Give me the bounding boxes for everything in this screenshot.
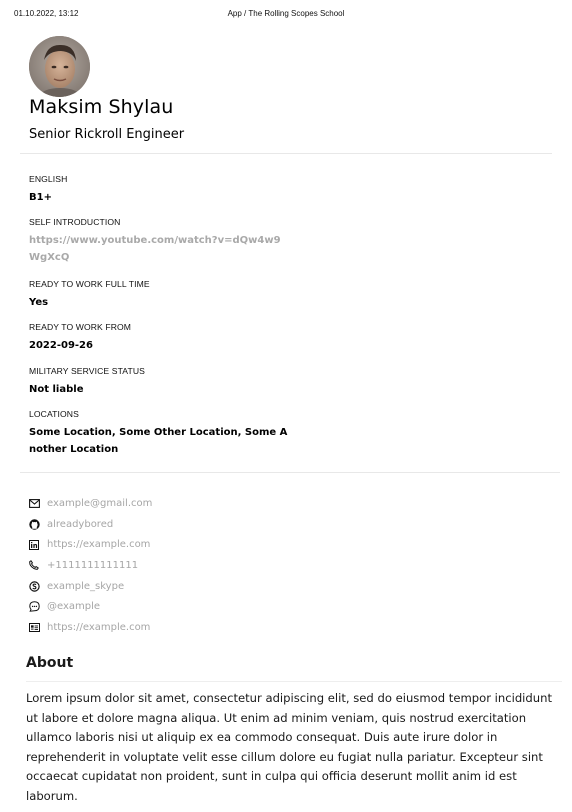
contact-value: example_skype [47, 580, 125, 592]
contact-value: https://example.com [47, 539, 151, 551]
divider [20, 153, 552, 154]
field-ready-full-time: READY TO WORK FULL TIME Yes [29, 279, 291, 311]
field-label: READY TO WORK FULL TIME [29, 279, 150, 289]
avatar-photo [29, 36, 90, 97]
print-page-title: App / The Rolling Scopes School [227, 9, 345, 18]
field-label: READY TO WORK FROM [29, 322, 132, 332]
field-value: Some Location, Some Other Location, Some… [29, 427, 288, 455]
field-ready-from: READY TO WORK FROM 2022-09-26 [29, 322, 291, 354]
divider [26, 681, 562, 682]
mail-icon [28, 497, 40, 509]
contact-github[interactable]: alreadybored [28, 514, 152, 535]
chat-icon [28, 601, 40, 613]
contact-value: @example [47, 601, 101, 613]
github-icon [28, 518, 40, 530]
field-value: Yes [29, 297, 49, 308]
field-label: ENGLISH [29, 174, 68, 184]
divider [20, 472, 560, 473]
phone-icon [28, 559, 40, 571]
field-value: 2022-09-26 [29, 340, 93, 351]
about-text: Lorem ipsum dolor sit amet, consectetur … [26, 691, 553, 803]
contact-value: +1111111111111 [47, 559, 139, 571]
contact-website[interactable]: https://example.com [28, 617, 152, 638]
contact-phone[interactable]: +1111111111111 [28, 555, 152, 576]
about-heading: About [26, 655, 74, 671]
skype-icon [28, 580, 40, 592]
contact-skype[interactable]: example_skype [28, 576, 152, 597]
print-header: 01.10.2022, 13:12 App / The Rolling Scop… [14, 9, 558, 21]
contact-value: alreadybored [47, 518, 114, 530]
field-label: SELF INTRODUCTION [29, 217, 121, 227]
field-self-introduction: SELF INTRODUCTION https://www.youtube.co… [29, 217, 291, 266]
self-introduction-link[interactable]: https://www.youtube.com/watch?v=dQw4w9Wg… [29, 232, 291, 266]
field-locations: LOCATIONS Some Location, Some Other Loca… [29, 409, 291, 458]
id-card-icon [28, 621, 40, 633]
contact-linkedin[interactable]: https://example.com [28, 534, 152, 555]
field-label: MILITARY SERVICE STATUS [29, 366, 145, 376]
field-label: LOCATIONS [29, 409, 79, 419]
avatar [29, 36, 90, 97]
contact-value: example@gmail.com [47, 497, 153, 509]
profile-position: Senior Rickroll Engineer [29, 127, 185, 142]
field-value: B1+ [29, 192, 52, 203]
contacts-list: example@gmail.com alreadybored https://e… [28, 493, 152, 638]
linkedin-icon [28, 539, 40, 551]
contact-value: https://example.com [47, 621, 151, 633]
contact-chat[interactable]: @example [28, 596, 152, 617]
profile-name: Maksim Shylau [29, 96, 174, 118]
field-english: ENGLISH B1+ [29, 174, 291, 206]
contact-email[interactable]: example@gmail.com [28, 493, 152, 514]
field-value: Not liable [29, 384, 84, 395]
field-military-status: MILITARY SERVICE STATUS Not liable [29, 366, 291, 398]
